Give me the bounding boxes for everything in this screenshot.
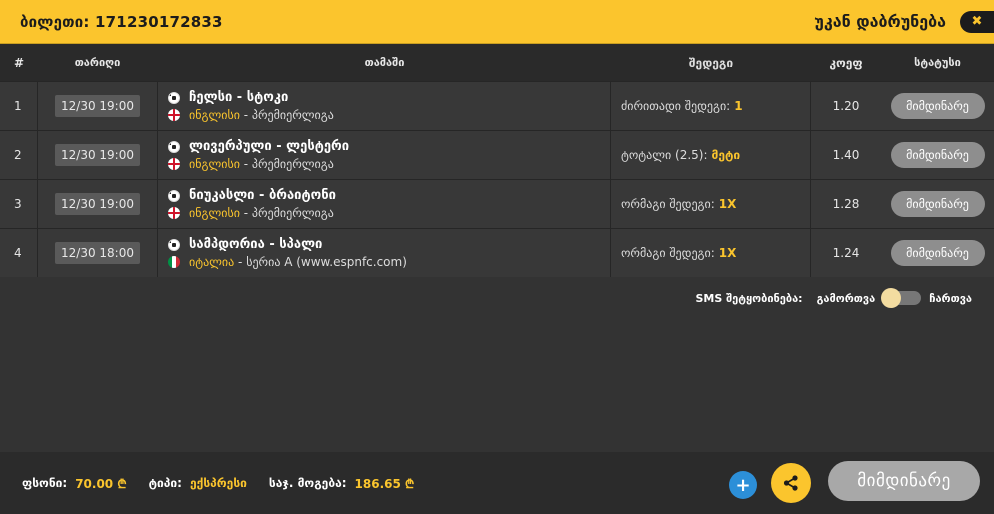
match-date: 12/30 19:00 (55, 193, 140, 215)
italy-flag-icon (168, 255, 180, 268)
status-button[interactable]: მიმდინარე (890, 93, 985, 119)
match-name[interactable]: ნიუკასლი - ბრაიტონი (189, 188, 336, 203)
match-date: 12/30 18:00 (55, 242, 140, 264)
toggle-knob[interactable] (881, 288, 902, 308)
potential-win-label: საჯ. მოგება: (268, 476, 347, 490)
bet-value: 1 (734, 99, 743, 113)
potential-win-info: საჯ. მოგება: 186.65 ₾ (269, 475, 414, 492)
ticket-status-button[interactable]: მიმდინარე (828, 461, 980, 501)
stake-info: ფსონი: 70.00 ₾ (22, 475, 127, 492)
close-icon[interactable]: ✖ (960, 10, 994, 33)
sms-on-label[interactable]: ჩართვა (929, 292, 972, 305)
odds-value: 1.40 (832, 148, 860, 162)
column-header-result: შედეგი (688, 55, 734, 70)
football-icon (168, 91, 180, 104)
bet-type: ტოტალი (2.5): (621, 148, 708, 162)
sms-toggle[interactable] (881, 288, 922, 308)
type-value: ექსპრესი (189, 476, 247, 490)
plus-icon: + (735, 474, 751, 496)
table-row: 1 12/30 19:00 ჩელსი - სტოკი ინგლისი - პრ… (0, 81, 994, 130)
back-button[interactable]: უკან დაბრუნება ✖ (814, 0, 994, 44)
odds-value: 1.20 (832, 99, 860, 113)
country-name: იტალია (189, 254, 235, 269)
back-button-label: უკან დაბრუნება (814, 12, 946, 31)
league-name: - პრემიერლიგა (239, 107, 334, 122)
stake-label: ფსონი: (22, 476, 68, 490)
england-flag-icon (168, 157, 180, 170)
table-row: 3 12/30 19:00 ნიუკასლი - ბრაიტონი ინგლის… (0, 179, 994, 228)
match-date: 12/30 19:00 (55, 144, 140, 166)
column-header-number: # (14, 55, 25, 70)
table-header: # თარიღი თამაში შედეგი კოეფ სტატუსი (0, 44, 994, 81)
odds-value: 1.24 (832, 246, 860, 260)
football-icon (168, 238, 180, 251)
row-number: 1 (14, 99, 22, 113)
sms-notifications: SMS შეტყობინება: გამორთვა ჩართვა (695, 286, 972, 310)
football-icon (168, 189, 180, 202)
match-name[interactable]: ლივერპული - ლესტერი (189, 139, 349, 154)
row-number: 4 (14, 246, 22, 260)
bet-type: ორმაგი შედეგი: (621, 197, 715, 211)
column-header-status: სტატუსი (914, 56, 961, 69)
bet-value: 1X (718, 197, 737, 211)
share-button[interactable] (771, 463, 811, 503)
match-name[interactable]: სამპდორია - სპალი (189, 237, 322, 252)
bets-table: # თარიღი თამაში შედეგი კოეფ სტატუსი 1 12… (0, 44, 994, 277)
league-name: - პრემიერლიგა (239, 156, 334, 171)
match-name[interactable]: ჩელსი - სტოკი (189, 90, 288, 105)
row-number: 2 (14, 148, 22, 162)
stake-value: 70.00 ₾ (75, 476, 127, 491)
share-icon (783, 475, 798, 491)
table-row: 2 12/30 19:00 ლივერპული - ლესტერი ინგლის… (0, 130, 994, 179)
bet-type: ძირითადი შედეგი: (621, 99, 731, 113)
column-header-game: თამაში (364, 56, 405, 69)
ticket-header: ბილეთი: 171230172833 უკან დაბრუნება ✖ (0, 0, 994, 44)
column-header-date: თარიღი (74, 56, 121, 69)
country-name: ინგლისი (189, 156, 240, 171)
ticket-number: ბილეთი: 171230172833 (20, 12, 223, 31)
odds-value: 1.28 (832, 197, 860, 211)
sms-label: SMS შეტყობინება: (695, 291, 803, 305)
bet-value: 1X (718, 246, 737, 260)
country-name: ინგლისი (189, 205, 240, 220)
type-info: ტიპი: ექსპრესი (149, 476, 247, 490)
column-header-odds: კოეფ (829, 55, 863, 70)
league-name: - პრემიერლიგა (239, 205, 334, 220)
england-flag-icon (168, 108, 180, 121)
add-button[interactable]: + (729, 471, 757, 499)
potential-win-value: 186.65 ₾ (354, 476, 415, 491)
status-button[interactable]: მიმდინარე (890, 240, 985, 266)
row-number: 3 (14, 197, 22, 211)
bet-value: მეტი (711, 148, 741, 162)
status-button[interactable]: მიმდინარე (890, 191, 985, 217)
bet-type: ორმაგი შედეგი: (621, 246, 715, 260)
england-flag-icon (168, 206, 180, 219)
sms-off-label[interactable]: გამორთვა (817, 292, 876, 305)
country-name: ინგლისი (189, 107, 240, 122)
table-row: 4 12/30 18:00 სამპდორია - სპალი იტალია -… (0, 228, 994, 277)
league-name: - სერია A (www.espnfc.com) (234, 254, 407, 269)
type-label: ტიპი: (148, 476, 182, 490)
football-icon (168, 140, 180, 153)
status-button[interactable]: მიმდინარე (890, 142, 985, 168)
match-date: 12/30 19:00 (55, 95, 140, 117)
